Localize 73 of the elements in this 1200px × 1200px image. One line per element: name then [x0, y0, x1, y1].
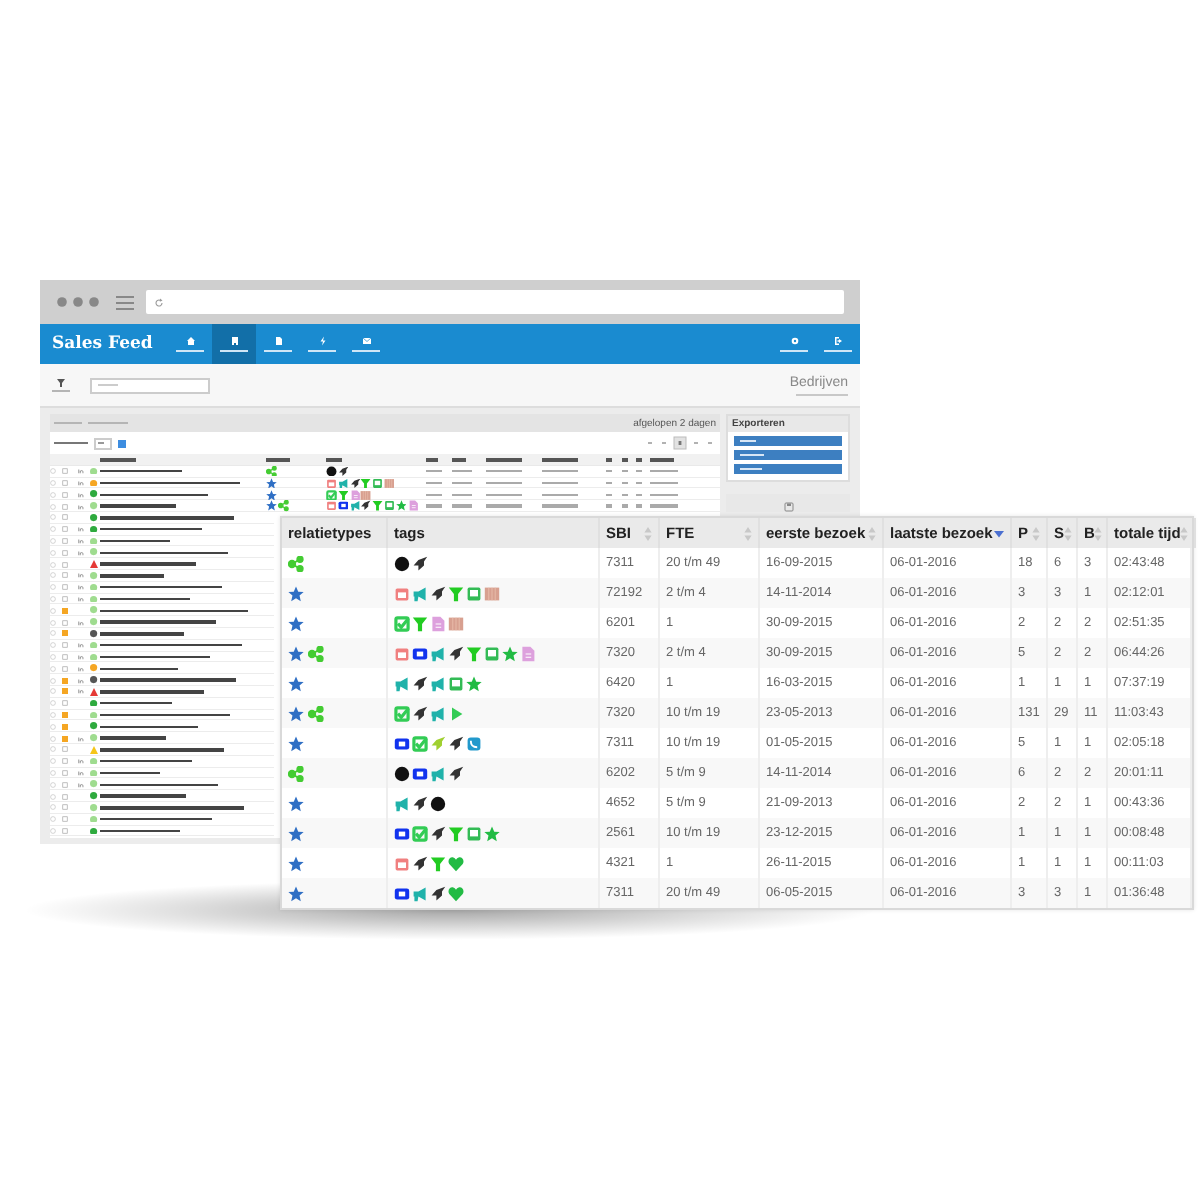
- export-button[interactable]: [734, 464, 842, 474]
- linkedin-icon[interactable]: [78, 769, 84, 776]
- search-field[interactable]: [90, 377, 210, 393]
- sort-icon[interactable]: [1094, 525, 1103, 541]
- linkedin-icon[interactable]: [78, 665, 84, 672]
- app-logo[interactable]: Sales Feed: [52, 334, 153, 354]
- sort-icon[interactable]: [644, 525, 652, 541]
- table-row[interactable]: [50, 558, 274, 570]
- envelope-icon: [361, 335, 372, 346]
- linkedin-icon[interactable]: [78, 781, 84, 788]
- pagination-drawing[interactable]: [644, 436, 716, 450]
- linkedin-icon[interactable]: [78, 688, 84, 695]
- linkedin-icon[interactable]: [78, 642, 84, 649]
- menu-icon[interactable]: [116, 295, 134, 309]
- nav-tab[interactable]: [212, 324, 257, 364]
- settings-icon[interactable]: [118, 439, 126, 447]
- linkedin-icon[interactable]: [78, 468, 84, 475]
- settings-icon: [789, 335, 799, 346]
- table-row[interactable]: [50, 616, 274, 628]
- linkedin-icon[interactable]: [78, 479, 84, 486]
- sort-icon[interactable]: [1032, 525, 1040, 541]
- table-row[interactable]: [50, 477, 720, 489]
- table-row[interactable]: [50, 546, 274, 559]
- sort-icon[interactable]: [868, 525, 876, 541]
- table-row[interactable]: [50, 720, 274, 733]
- table-row[interactable]: [50, 790, 274, 802]
- bolt-icon: [317, 335, 328, 346]
- linkedin-icon[interactable]: [78, 503, 84, 510]
- linkedin-icon[interactable]: [78, 549, 84, 556]
- building-icon: [229, 335, 240, 346]
- sort-desc-icon[interactable]: [994, 529, 1004, 537]
- save-icon: [783, 502, 793, 512]
- linkedin-icon[interactable]: [78, 758, 84, 765]
- sort-icon[interactable]: [1180, 525, 1189, 541]
- table-row[interactable]: [50, 767, 274, 779]
- linkedin-icon[interactable]: [78, 572, 84, 579]
- home-icon: [185, 335, 196, 346]
- reload-icon[interactable]: [154, 297, 164, 307]
- table-row[interactable]: [50, 488, 720, 501]
- document-icon: [273, 335, 284, 346]
- table-row[interactable]: [50, 674, 274, 686]
- table-row[interactable]: [50, 500, 720, 512]
- linkedin-icon[interactable]: [78, 491, 84, 498]
- table-row[interactable]: [50, 697, 274, 710]
- sort-icon[interactable]: [1064, 525, 1073, 541]
- table-row[interactable]: [50, 732, 274, 744]
- table-row[interactable]: [50, 825, 274, 837]
- table-row[interactable]: [50, 627, 274, 640]
- table-row[interactable]: [50, 662, 274, 675]
- table-row[interactable]: [50, 593, 274, 605]
- table-row[interactable]: [50, 778, 274, 791]
- linkedin-icon[interactable]: [78, 526, 84, 533]
- sort-icon[interactable]: [744, 525, 752, 541]
- logout-icon: [833, 335, 843, 346]
- table-row[interactable]: [50, 535, 274, 547]
- table-row[interactable]: [50, 569, 274, 582]
- linkedin-icon[interactable]: [78, 595, 84, 602]
- linkedin-icon[interactable]: [78, 735, 84, 742]
- linkedin-icon[interactable]: [78, 653, 84, 660]
- export-button[interactable]: [734, 436, 842, 446]
- linkedin-icon[interactable]: [78, 537, 84, 544]
- filter-button[interactable]: [52, 377, 70, 393]
- linkedin-icon[interactable]: [78, 619, 84, 626]
- save-panel[interactable]: [726, 494, 850, 512]
- window-controls-icon: [56, 296, 104, 308]
- export-button[interactable]: [734, 450, 842, 460]
- linkedin-icon[interactable]: [78, 584, 84, 591]
- filter-icon: [56, 377, 66, 388]
- table-row[interactable]: [50, 709, 274, 721]
- table-row[interactable]: [50, 604, 274, 617]
- table-row[interactable]: [50, 651, 274, 663]
- linkedin-icon[interactable]: [78, 677, 84, 684]
- page-size-select[interactable]: [94, 437, 112, 449]
